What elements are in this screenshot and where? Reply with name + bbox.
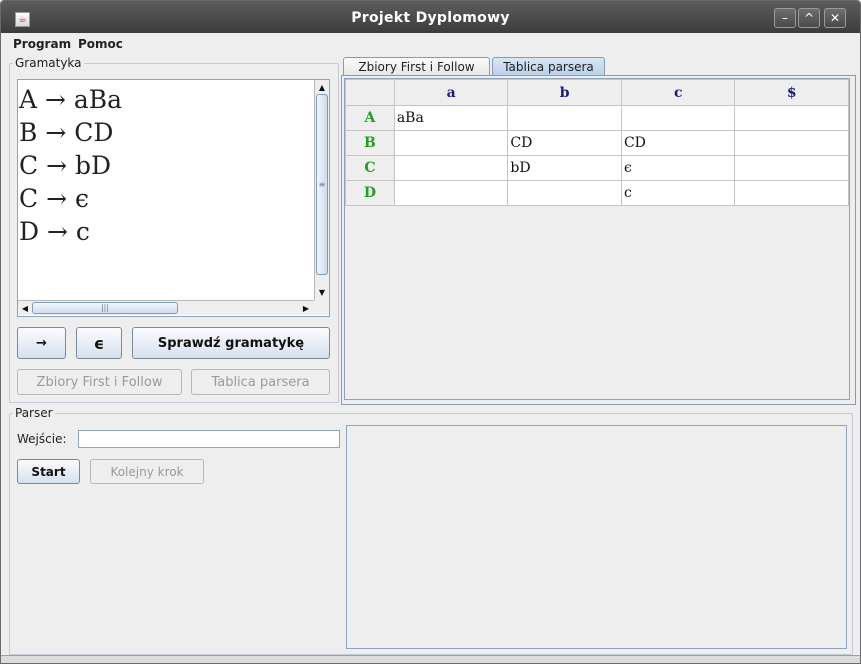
first-follow-button[interactable]: Zbiory First i Follow (17, 369, 182, 395)
table-corner-header (345, 79, 395, 106)
horizontal-scrollbar[interactable]: ◀ ||| ▶ (18, 300, 314, 315)
insert-arrow-button[interactable]: → (17, 327, 66, 359)
input-label: Wejście: (17, 432, 67, 446)
table-cell[interactable]: bD (507, 155, 622, 181)
table-row: A aBa (345, 105, 849, 131)
table-cell[interactable]: CD (620, 130, 736, 156)
row-header: C (345, 155, 395, 181)
parse-table: a b c $ A aBa B CD CD C bD ϵ D c (345, 79, 849, 206)
grammar-rule: A → aBa (19, 85, 123, 114)
tab-first-follow[interactable]: Zbiory First i Follow (343, 57, 490, 76)
table-cell[interactable] (734, 155, 849, 181)
parser-input-field[interactable] (78, 430, 340, 448)
grammar-rule: C → ϵ (19, 184, 89, 213)
window-title: Projekt Dyplomowy (351, 10, 510, 26)
scroll-up-icon[interactable]: ▲ (315, 80, 329, 94)
table-cell[interactable] (734, 130, 849, 156)
table-cell[interactable]: c (620, 180, 736, 206)
menu-pomoc[interactable]: Pomoc (78, 37, 123, 51)
minimize-button[interactable]: – (774, 8, 796, 28)
close-button[interactable]: ✕ (824, 8, 846, 28)
parser-panel-title: Parser (13, 406, 55, 420)
menu-bar: Program Pomoc (1, 33, 860, 55)
grammar-rule: B → CD (19, 118, 114, 147)
table-cell[interactable] (507, 105, 622, 131)
table-cell[interactable] (620, 105, 736, 131)
table-cell[interactable] (507, 180, 622, 206)
parse-table-viewport: a b c $ A aBa B CD CD C bD ϵ D c (344, 78, 850, 400)
vertical-scrollbar[interactable]: ▲ ≡ ▼ (314, 80, 329, 300)
title-bar[interactable]: ☕ Projekt Dyplomowy – ^ ✕ (1, 1, 860, 33)
menu-program[interactable]: Program (13, 37, 71, 51)
table-cell[interactable] (734, 180, 849, 206)
scroll-right-icon[interactable]: ▶ (299, 301, 313, 315)
row-header: B (345, 130, 395, 156)
check-grammar-button[interactable]: Sprawdź gramatykę (132, 327, 330, 359)
grammar-panel-title: Gramatyka (13, 56, 84, 70)
column-header[interactable]: c (620, 79, 736, 106)
grammar-rules: A → aBa B → CD C → bD C → ϵ D → c (19, 83, 122, 248)
grip-icon: ||| (100, 303, 110, 312)
maximize-icon: ^ (803, 11, 815, 25)
parse-table-button[interactable]: Tablica parsera (191, 369, 330, 395)
table-row: D c (345, 180, 849, 206)
table-cell[interactable] (393, 130, 509, 156)
grammar-rule: D → c (19, 217, 90, 246)
table-cell[interactable]: aBa (393, 105, 509, 131)
window-bottom-border (1, 655, 860, 663)
parser-output-area[interactable] (346, 425, 847, 649)
horizontal-scroll-thumb[interactable]: ||| (32, 302, 178, 314)
scroll-left-icon[interactable]: ◀ (18, 301, 32, 315)
table-cell[interactable] (734, 105, 849, 131)
close-icon: ✕ (829, 11, 841, 25)
table-cell[interactable] (393, 180, 509, 206)
next-step-button[interactable]: Kolejny krok (90, 459, 204, 484)
table-header-row: a b c $ (345, 79, 849, 106)
table-cell[interactable]: ϵ (620, 155, 736, 181)
column-header[interactable]: a (393, 79, 509, 106)
scroll-down-icon[interactable]: ▼ (315, 285, 329, 299)
table-cell[interactable]: CD (507, 130, 622, 156)
column-header[interactable]: b (507, 79, 622, 106)
grammar-rule: C → bD (19, 151, 112, 180)
row-header: D (345, 180, 395, 206)
table-row: B CD CD (345, 130, 849, 156)
tab-parse-table[interactable]: Tablica parsera (492, 57, 605, 76)
app-window: ☕ Projekt Dyplomowy – ^ ✕ Program Pomoc … (0, 0, 861, 664)
column-header[interactable]: $ (734, 79, 849, 106)
grip-icon: ≡ (318, 179, 326, 189)
minimize-icon: – (782, 11, 788, 25)
table-row: C bD ϵ (345, 155, 849, 181)
table-cell[interactable] (393, 155, 509, 181)
scroll-corner (314, 300, 329, 315)
vertical-scroll-thumb[interactable]: ≡ (316, 94, 328, 275)
grammar-editor[interactable]: A → aBa B → CD C → bD C → ϵ D → c ▲ ≡ ▼ … (17, 79, 330, 317)
start-button[interactable]: Start (17, 459, 80, 484)
row-header: A (345, 105, 395, 131)
maximize-button[interactable]: ^ (798, 8, 820, 28)
insert-epsilon-button[interactable]: ϵ (76, 327, 122, 359)
